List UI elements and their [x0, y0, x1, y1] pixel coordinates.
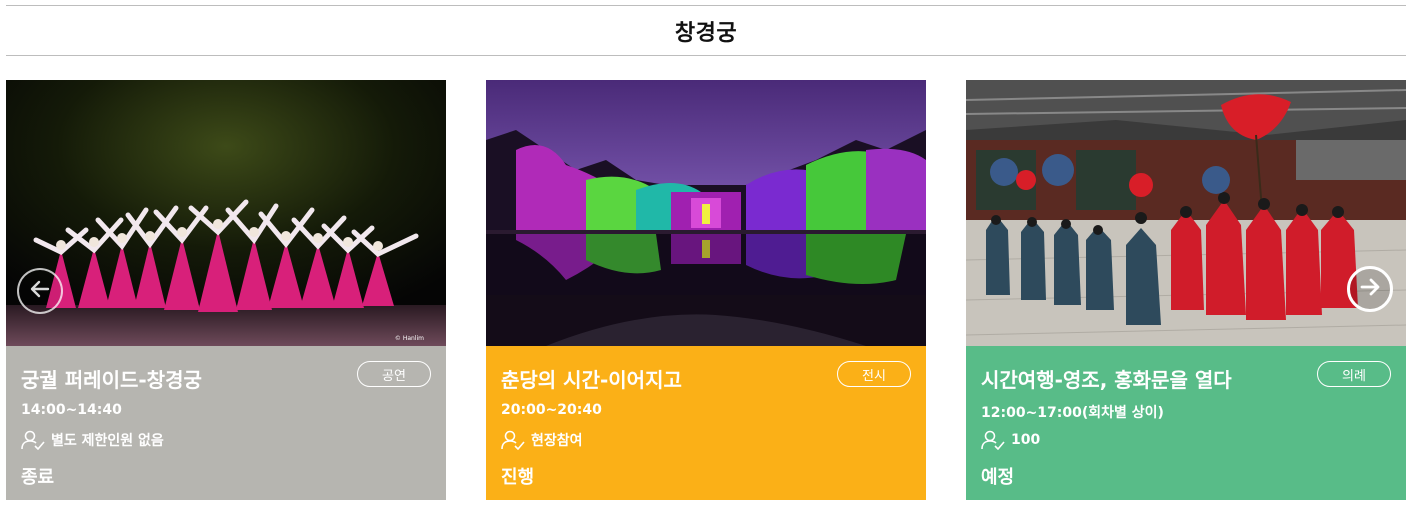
event-info-panel: 시간여행-영조, 홍화문을 열다 의례 12:00~17:00(회차별 상이) … — [966, 346, 1406, 500]
event-info-panel: 춘당의 시간-이어지고 전시 20:00~20:40 현장참여 진행 — [486, 346, 926, 500]
capacity-text: 현장참여 — [531, 433, 583, 449]
person-check-icon — [21, 430, 45, 450]
event-capacity: 별도 제한인원 없음 — [21, 430, 164, 450]
carousel-next-button[interactable] — [1347, 266, 1393, 312]
event-info-panel: 궁궐 퍼레이드-창경궁 공연 14:00~14:40 별도 제한인원 없음 종료 — [6, 346, 446, 500]
capacity-text: 별도 제한인원 없음 — [51, 433, 164, 449]
event-status: 예정 — [981, 467, 1015, 488]
photo-watermark: © Hanlim — [395, 335, 424, 342]
capacity-text: 100 — [1011, 432, 1041, 448]
event-card-3[interactable]: 시간여행-영조, 홍화문을 열다 의례 12:00~17:00(회차별 상이) … — [966, 80, 1406, 500]
category-badge[interactable]: 전시 — [837, 361, 911, 387]
event-image-night-light[interactable] — [486, 80, 926, 346]
arrow-left-icon — [28, 277, 52, 305]
arrow-right-icon — [1358, 275, 1382, 303]
person-check-icon — [981, 430, 1005, 450]
event-time: 12:00~17:00(회차별 상이) — [981, 405, 1164, 421]
event-time: 20:00~20:40 — [501, 402, 602, 418]
event-image-procession[interactable] — [966, 80, 1406, 346]
carousel-prev-button[interactable] — [17, 268, 63, 314]
event-image-dance[interactable]: © Hanlim — [6, 80, 446, 346]
event-title[interactable]: 궁궐 퍼레이드-창경궁 — [21, 364, 202, 393]
page-title: 창경궁 — [674, 20, 738, 46]
event-status: 종료 — [21, 467, 55, 488]
event-card-1[interactable]: © Hanlim 궁궐 퍼레이드-창경궁 공연 14:00~14:40 별도 제… — [6, 80, 446, 500]
event-capacity: 현장참여 — [501, 430, 583, 450]
page-header: 창경궁 — [6, 5, 1406, 56]
event-capacity: 100 — [981, 430, 1040, 450]
event-title[interactable]: 춘당의 시간-이어지고 — [501, 364, 682, 393]
event-card-2[interactable]: 춘당의 시간-이어지고 전시 20:00~20:40 현장참여 진행 — [486, 80, 926, 500]
category-badge[interactable]: 의례 — [1317, 361, 1391, 387]
category-badge[interactable]: 공연 — [357, 361, 431, 387]
event-title[interactable]: 시간여행-영조, 홍화문을 열다 — [981, 364, 1232, 393]
person-check-icon — [501, 430, 525, 450]
event-status: 진행 — [501, 467, 535, 488]
event-time: 14:00~14:40 — [21, 402, 122, 418]
